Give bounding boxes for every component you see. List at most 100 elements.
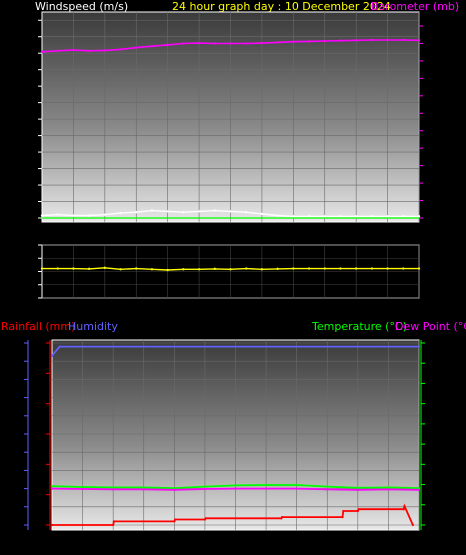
direction-point	[417, 267, 421, 270]
barometer-point	[56, 49, 59, 52]
barometer-point	[354, 39, 358, 42]
temperature-point	[387, 486, 390, 489]
barometer-point	[103, 49, 107, 52]
dewpoint-point	[295, 487, 298, 490]
direction-point	[370, 267, 374, 270]
temperature-point	[264, 483, 268, 487]
barometer-point	[119, 48, 122, 51]
rainfall-point	[402, 508, 405, 511]
temperature-point	[356, 486, 359, 489]
dewpoint-point	[203, 487, 207, 491]
windspeed-point	[229, 210, 232, 213]
dewpoint-point	[387, 488, 390, 491]
barometer-point	[150, 45, 154, 48]
rainfall-point	[50, 523, 54, 527]
temperature-point	[81, 485, 84, 489]
windspeed-point	[386, 215, 389, 218]
dewpoint-point	[417, 488, 421, 491]
humidity-axis-title: Humidity	[68, 320, 118, 333]
windspeed-point	[260, 212, 264, 216]
rainfall-point	[204, 517, 207, 520]
dewpoint-point	[112, 488, 115, 491]
direction-point	[323, 267, 326, 270]
barometer-point	[245, 42, 248, 45]
dewpoint-point	[142, 488, 145, 491]
barometer-point	[72, 48, 75, 52]
direction-point	[354, 267, 358, 270]
barometer-point	[323, 39, 326, 43]
direction-point	[87, 267, 91, 271]
windspeed-point	[103, 213, 107, 216]
windspeed-point	[292, 215, 295, 218]
windspeed-point	[119, 211, 122, 215]
temperature-axis-title: Temperature (°C)	[311, 320, 407, 333]
direction-point	[260, 268, 264, 271]
barometer-point	[166, 43, 169, 47]
barometer-point	[276, 41, 279, 44]
windspeed-point	[307, 215, 311, 218]
temperature-point	[203, 485, 207, 488]
direction-point	[386, 267, 389, 270]
direction-point	[103, 266, 107, 270]
dewpoint-point	[264, 487, 268, 490]
rainfall-point	[341, 516, 344, 519]
barometer-axis-title: Barometer (mb)	[371, 0, 459, 13]
windspeed-point	[135, 211, 138, 214]
temperature-point	[326, 485, 329, 488]
weather-graph: Windspeed (m/s) 24 hour graph day : 10 D…	[1, 0, 466, 531]
barometer-point	[135, 46, 138, 49]
dewpoint-point	[234, 487, 237, 490]
direction-point	[135, 267, 138, 270]
direction-point	[166, 268, 169, 272]
windspeed-point	[402, 215, 405, 218]
barometer-point	[339, 39, 342, 42]
barometer-axis	[419, 25, 423, 219]
rainfall-axis	[46, 340, 51, 530]
dewpoint-point	[326, 488, 329, 491]
direction-point	[182, 268, 185, 271]
direction-point	[56, 267, 59, 270]
temperature-point	[112, 486, 115, 489]
barometer-point	[386, 38, 389, 42]
graph-title: 24 hour graph day : 10 December 2024	[172, 0, 391, 13]
windspeed-point	[56, 213, 59, 216]
barometer-point	[213, 42, 216, 45]
windspeed-point	[323, 215, 326, 218]
barometer-point	[260, 41, 264, 45]
direction-axis	[38, 244, 42, 299]
windspeed-point	[72, 214, 75, 217]
temperature-point	[234, 484, 237, 487]
rainfall-point	[403, 505, 406, 508]
direction-point	[150, 268, 154, 271]
barometer-point	[182, 42, 185, 45]
direction-point	[213, 267, 216, 271]
dewpoint-point	[356, 488, 359, 491]
direction-point	[229, 268, 232, 271]
direction-point	[402, 267, 405, 270]
humidity-axis	[24, 340, 29, 530]
temperature-point	[142, 486, 145, 489]
direction-point	[276, 267, 279, 271]
windspeed-point	[150, 209, 154, 212]
temperature-axis	[420, 340, 425, 530]
rainfall-point	[411, 523, 414, 527]
humidity-point	[417, 345, 421, 348]
direction-point	[307, 267, 311, 270]
direction-point	[72, 267, 75, 270]
dewpoint-point	[50, 487, 54, 490]
barometer-point	[229, 42, 232, 45]
barometer-point	[87, 49, 91, 52]
windspeed-point	[40, 214, 44, 217]
windspeed-point	[370, 215, 374, 218]
humidity-point	[58, 345, 61, 348]
rainfall-point	[112, 523, 115, 527]
rainfall-point	[112, 520, 116, 523]
windspeed-point	[339, 215, 342, 218]
humidity-point	[50, 354, 54, 357]
windspeed-point	[417, 215, 421, 218]
barometer-point	[307, 40, 311, 43]
barometer-point	[417, 39, 421, 42]
windspeed-point	[213, 209, 216, 212]
direction-point	[197, 268, 201, 271]
windspeed-point	[166, 210, 169, 213]
